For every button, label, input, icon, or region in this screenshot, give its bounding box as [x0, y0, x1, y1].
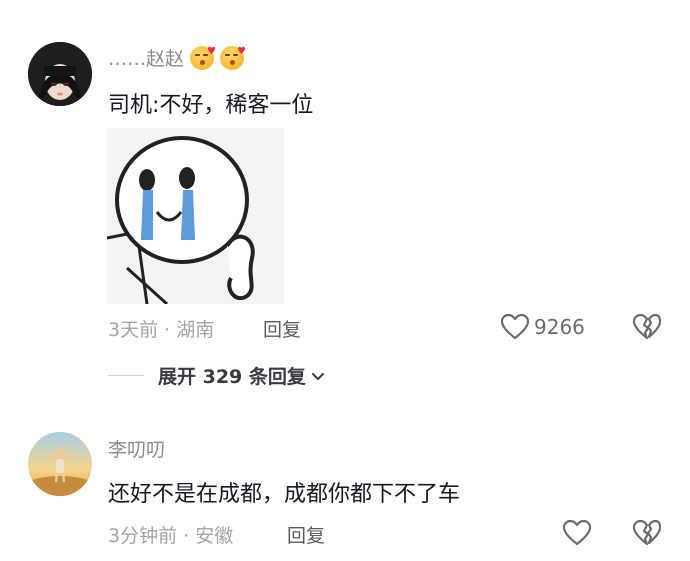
- expand-replies-label: 展开 329 条回复: [158, 366, 306, 388]
- username-text: 李叨叨: [108, 439, 166, 461]
- like-count: 9266: [534, 315, 585, 339]
- username[interactable]: ……赵赵 ♥ ♥: [108, 44, 246, 71]
- avatar-photo: [28, 432, 92, 496]
- comment-item: ……赵赵 ♥ ♥ 司机:不好，稀客一位 3天前 · 湖南 回复 9266 展开 …: [0, 0, 690, 400]
- username[interactable]: 李叨叨: [108, 435, 165, 462]
- chevron-down-icon: [311, 372, 324, 380]
- kiss-face-emoji-icon: ♥: [190, 45, 216, 70]
- dislike-button[interactable]: [632, 519, 662, 551]
- username-text: ……赵赵: [108, 48, 185, 70]
- avatar[interactable]: [28, 432, 92, 496]
- like-button[interactable]: 9266: [500, 313, 585, 341]
- like-button[interactable]: [562, 519, 592, 547]
- comment-item: 李叨叨 还好不是在成都，成都你都下不了车 3分钟前 · 安徽 回复: [0, 400, 690, 561]
- broken-heart-icon: [632, 519, 662, 546]
- avatar-photo: [28, 42, 92, 106]
- crying-face-icon: [107, 128, 284, 304]
- expand-replies-button[interactable]: 展开 329 条回复: [108, 362, 326, 389]
- avatar[interactable]: [28, 42, 92, 106]
- crying-meme-sticker[interactable]: [107, 128, 284, 304]
- heart-outline-icon: [500, 313, 530, 340]
- comment-time-location: 3天前 · 湖南: [108, 319, 215, 341]
- broken-heart-icon: [632, 313, 662, 340]
- comment-text: 司机:不好，稀客一位: [108, 93, 314, 118]
- dislike-button[interactable]: [632, 313, 662, 345]
- kiss-face-emoji-icon: ♥: [220, 45, 246, 70]
- reply-button[interactable]: 回复: [287, 521, 325, 548]
- heart-outline-icon: [562, 519, 592, 546]
- reply-button[interactable]: 回复: [263, 315, 301, 342]
- divider: [108, 375, 144, 376]
- comment-time-location: 3分钟前 · 安徽: [108, 525, 234, 547]
- comment-text: 还好不是在成都，成都你都下不了车: [108, 482, 461, 507]
